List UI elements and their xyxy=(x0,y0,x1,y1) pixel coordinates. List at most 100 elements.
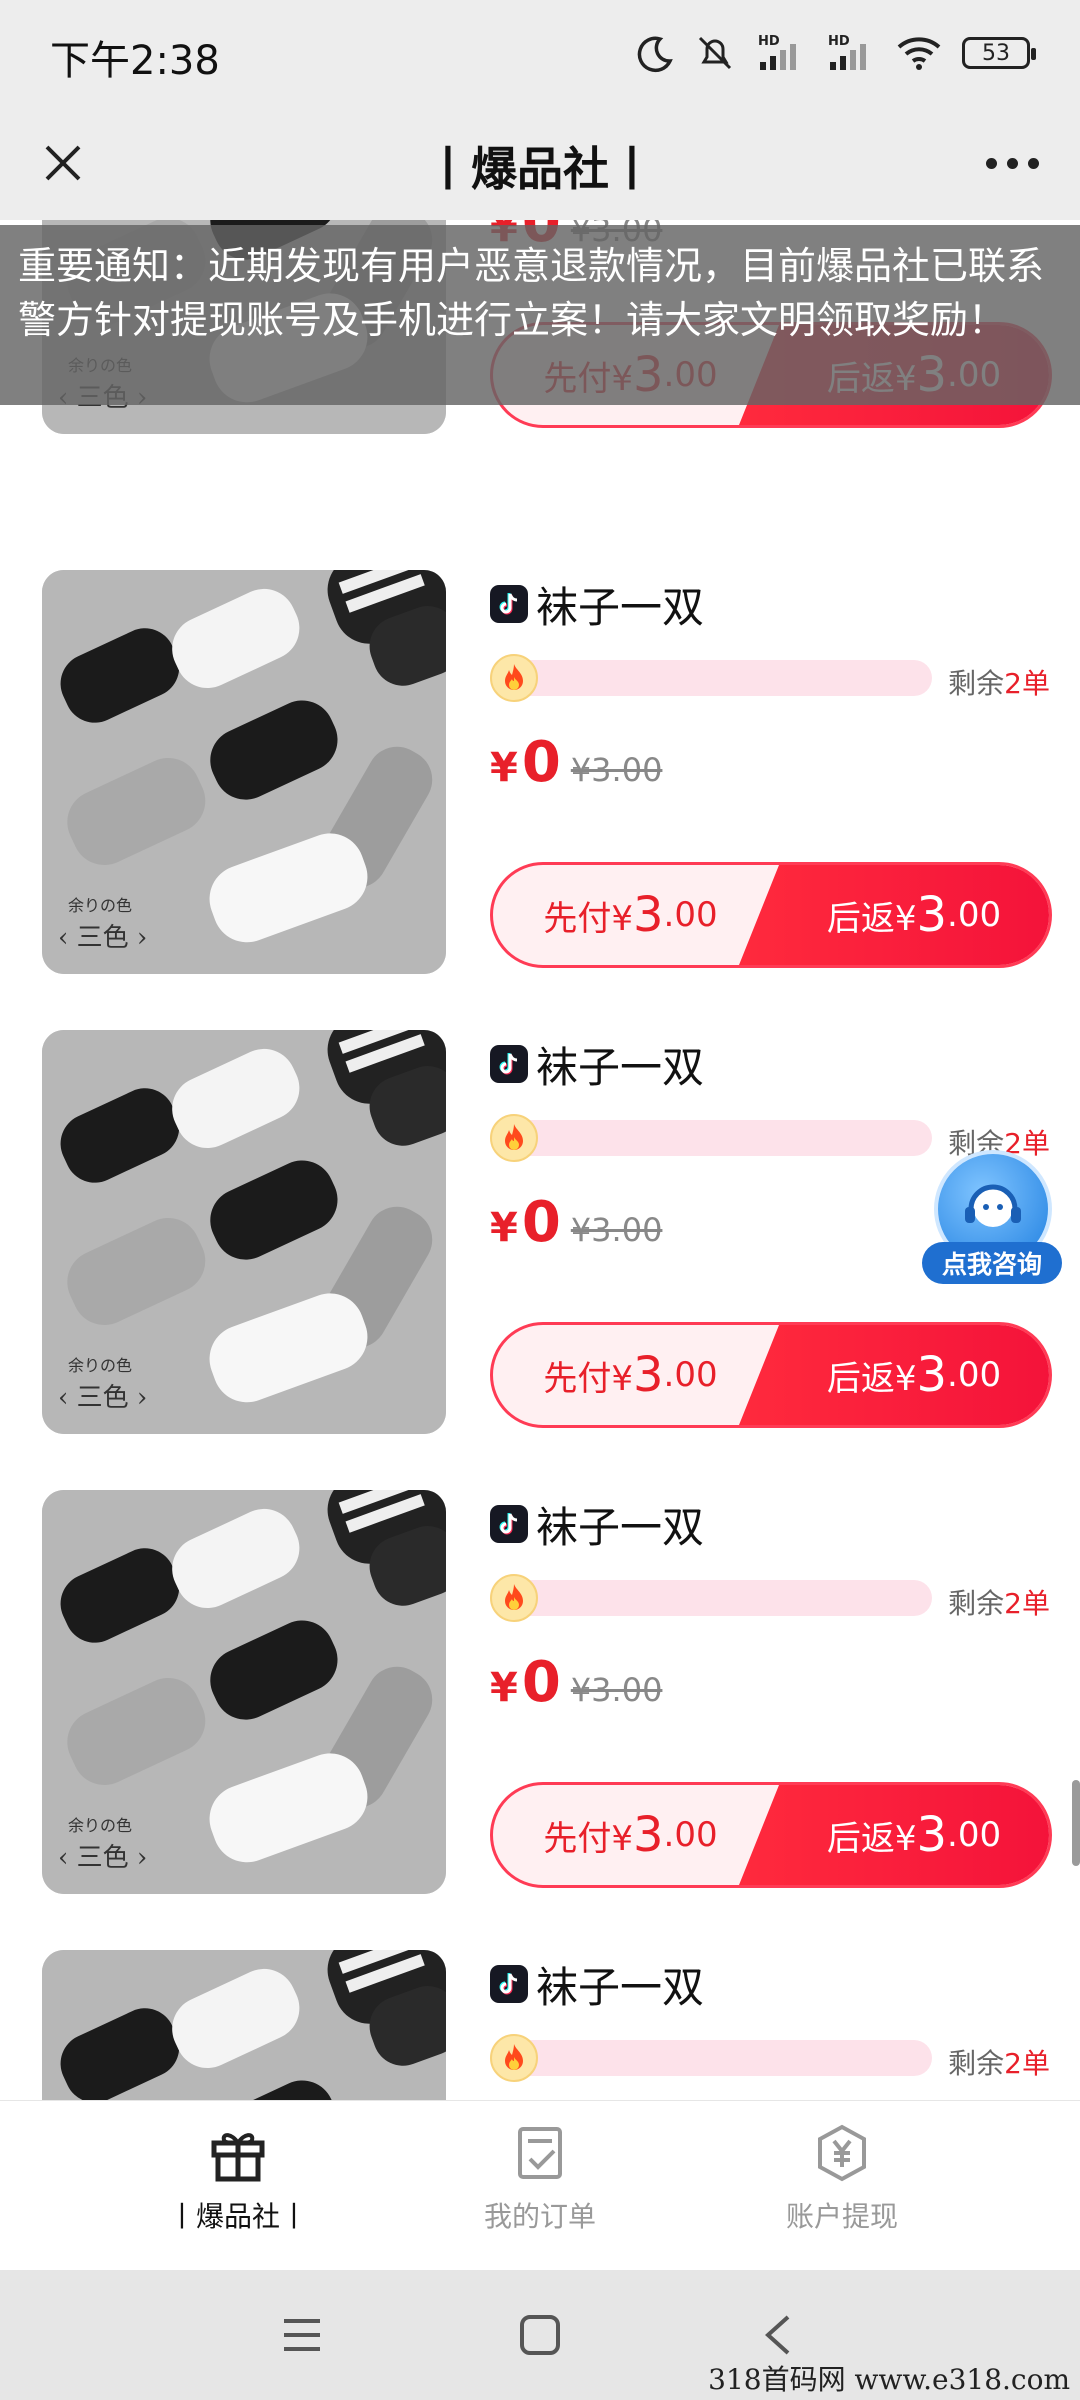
pay-first-label: 先付¥ xyxy=(543,1358,633,1399)
product-thumbnail[interactable]: 余りの色 ‹ 三色 › xyxy=(42,1030,446,1434)
watermark: 318首码网 www.e318.com xyxy=(708,2363,1070,2396)
refund-int: 3 xyxy=(916,1347,948,1403)
pay-first-refund-button[interactable]: 先付¥3.00 后返¥3.00 xyxy=(490,862,1052,968)
more-menu-button[interactable] xyxy=(972,130,1052,196)
more-dot xyxy=(1006,157,1018,169)
scrollbar[interactable] xyxy=(1072,1780,1080,1866)
pay-first-int: 3 xyxy=(633,1807,664,1863)
svg-text:HD: HD xyxy=(758,34,780,49)
product-list[interactable]: 余りの色 ‹ 三色 › 袜子一双 剩余2单 ¥ 0 ¥3.00 先付¥3.00 xyxy=(0,220,1080,2100)
product-thumbnail[interactable]: 余りの色 ‹ 三色 › xyxy=(42,1950,446,2100)
pay-first-part: 先付¥3.00 xyxy=(493,865,768,965)
product-item[interactable]: 余りの色 ‹ 三色 › 袜子一双 剩余2单 ¥ 0 ¥3.00 先付¥3.00 xyxy=(0,1950,1080,2100)
product-title: 袜子一双 xyxy=(536,1502,705,1552)
gift-icon xyxy=(211,2133,265,2182)
system-nav-bar: 318首码网 www.e318.com xyxy=(0,2270,1080,2400)
moon-icon xyxy=(634,33,674,73)
notice-banner: 重要通知：近期发现有用户恶意退款情况，目前爆品社已联系警方针对提现账号及手机进行… xyxy=(0,225,1080,405)
mute-bell-icon xyxy=(694,32,736,74)
product-item[interactable]: 余りの色 ‹ 三色 › 袜子一双 剩余2单 ¥ 0 ¥3.00 先付¥3.00 xyxy=(0,1490,1080,1950)
remaining-value: 2单 xyxy=(1004,2047,1050,2080)
stock-progress: 剩余2单 xyxy=(490,654,1060,702)
price-original: ¥3.00 xyxy=(570,1671,663,1709)
back-nav-button[interactable] xyxy=(748,2305,808,2365)
svg-text:HD: HD xyxy=(828,34,850,49)
refund-part: 后返¥3.00 xyxy=(739,865,1049,965)
product-image xyxy=(42,1950,446,2100)
signal-hd-icon-2: HD xyxy=(826,32,876,74)
product-thumbnail[interactable]: 余りの色 ‹ 三色 › xyxy=(42,570,446,974)
thumb-caption-small: 余りの色 xyxy=(68,896,133,915)
price-now: 0 xyxy=(521,1650,561,1715)
pay-first-refund-button[interactable]: 先付¥3.00 后返¥3.00 xyxy=(490,1322,1052,1428)
status-time: 下午2:38 xyxy=(50,38,220,84)
stock-progress: 剩余2单 xyxy=(490,2034,1060,2082)
pay-first-part: 先付¥3.00 xyxy=(493,1325,768,1425)
product-item[interactable]: 余りの色 ‹ 三色 › 袜子一双 剩余2单 ¥ 0 ¥3.00 先付¥3.00 xyxy=(0,1030,1080,1490)
pay-first-refund-button[interactable]: 先付¥3.00 后返¥3.00 xyxy=(490,1782,1052,1888)
customer-service-button[interactable]: 点我咨询 xyxy=(922,1150,1062,1290)
refund-part: 后返¥3.00 xyxy=(739,1325,1049,1425)
douyin-logo-icon xyxy=(490,1505,528,1543)
title-bar: 丨爆品社丨 xyxy=(0,105,1080,220)
menu-nav-button[interactable] xyxy=(272,2305,332,2365)
wifi-icon xyxy=(896,33,942,73)
yuan-shield-icon xyxy=(818,2124,866,2182)
signal-hd-icon: HD xyxy=(756,32,806,74)
pay-first-part: 先付¥3.00 xyxy=(493,1785,768,1885)
stock-progress: 剩余2单 xyxy=(490,1574,1060,1622)
product-title: 袜子一双 xyxy=(536,1042,705,1092)
product-title-row[interactable]: 袜子一双 xyxy=(490,1496,704,1552)
refund-int: 3 xyxy=(916,1807,948,1863)
remaining-prefix: 剩余 xyxy=(948,1587,1005,1620)
refund-label: 后返¥ xyxy=(826,898,917,939)
fire-icon xyxy=(490,654,538,702)
home-nav-button[interactable] xyxy=(510,2305,570,2365)
price-now: 0 xyxy=(521,1190,561,1255)
price-symbol: ¥ xyxy=(490,745,518,791)
refund-dec: .00 xyxy=(947,895,1002,935)
tab-orders[interactable]: 我的订单 xyxy=(390,2121,690,2251)
thumb-caption-small: 余りの色 xyxy=(68,1816,133,1835)
fire-icon xyxy=(490,2034,538,2082)
refund-label: 后返¥ xyxy=(826,1818,917,1859)
price-row: ¥ 0 ¥3.00 xyxy=(490,730,662,800)
refund-part: 后返¥3.00 xyxy=(739,1785,1049,1885)
price-symbol: ¥ xyxy=(490,1205,518,1251)
home-square-icon xyxy=(520,2315,560,2355)
menu-icon xyxy=(284,2319,320,2351)
remaining-value: 2单 xyxy=(1004,1587,1050,1620)
refund-label: 后返¥ xyxy=(826,1358,917,1399)
price-now: 0 xyxy=(521,730,561,795)
douyin-logo-icon xyxy=(490,1045,528,1083)
product-title-row[interactable]: 袜子一双 xyxy=(490,576,704,632)
product-title: 袜子一双 xyxy=(536,1962,705,2012)
fire-icon xyxy=(490,1574,538,1622)
thumb-caption: ‹ 三色 › xyxy=(58,923,148,953)
pay-first-dec: .00 xyxy=(663,1815,718,1855)
pay-first-label: 先付¥ xyxy=(543,1818,633,1859)
remaining-prefix: 剩余 xyxy=(948,667,1005,700)
product-title-row[interactable]: 袜子一双 xyxy=(490,1036,704,1092)
product-title: 袜子一双 xyxy=(536,582,705,632)
progress-track xyxy=(490,660,932,696)
more-dot xyxy=(1027,157,1039,169)
refund-dec: .00 xyxy=(947,1355,1002,1395)
bottom-tab-bar: 丨爆品社丨 我的订单 账户提现 xyxy=(0,2100,1080,2270)
product-title-row[interactable]: 袜子一双 xyxy=(490,1956,704,2012)
back-chevron-icon xyxy=(765,2315,790,2355)
tab-orders-label: 我的订单 xyxy=(483,2200,596,2233)
tab-home[interactable]: 丨爆品社丨 xyxy=(88,2121,388,2251)
fire-icon xyxy=(490,1114,538,1162)
remaining-count: 剩余2单 xyxy=(948,662,1050,702)
price-row: ¥ 0 ¥3.00 xyxy=(490,1650,662,1720)
tab-withdraw[interactable]: 账户提现 xyxy=(692,2121,992,2251)
product-thumbnail[interactable]: 余りの色 ‹ 三色 › xyxy=(42,1490,446,1894)
progress-track xyxy=(490,2040,932,2076)
douyin-logo-icon xyxy=(490,1965,528,2003)
thumb-caption: ‹ 三色 › xyxy=(58,1383,148,1413)
remaining-count: 剩余2单 xyxy=(948,1582,1050,1622)
progress-track xyxy=(490,1580,932,1616)
product-item[interactable]: 余りの色 ‹ 三色 › 袜子一双 剩余2单 ¥ 0 ¥3.00 先付¥3.00 xyxy=(0,570,1080,1030)
order-check-icon xyxy=(518,2127,562,2179)
